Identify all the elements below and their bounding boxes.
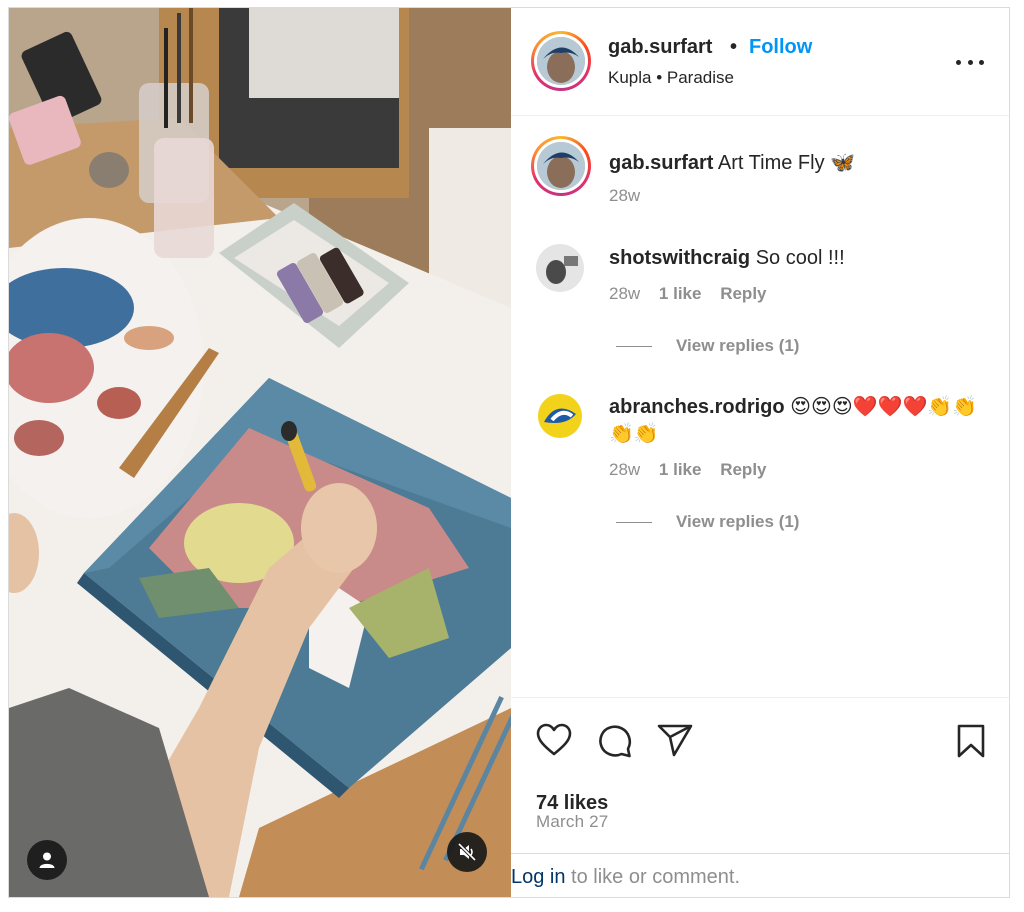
caption-author-avatar[interactable]: [531, 136, 591, 196]
more-options-button[interactable]: [956, 58, 984, 66]
bookmark-icon: [957, 724, 985, 758]
paper-plane-icon: [657, 724, 693, 757]
caption-avatar-image: [537, 142, 585, 190]
painting-scene-image: [9, 8, 511, 897]
like-button[interactable]: [536, 723, 572, 762]
heart-icon: [536, 723, 572, 756]
view-replies-label: View replies (1): [676, 512, 800, 531]
login-prompt-text: Log in to like or comment.: [511, 866, 740, 889]
comment-time[interactable]: 28w: [609, 284, 640, 303]
login-prompt-bar: Log in to like or comment.: [511, 853, 1009, 897]
comment-body: So cool !!!: [750, 247, 845, 269]
user-icon: [39, 852, 55, 868]
user-tags-button[interactable]: [27, 840, 67, 880]
commenter-avatar-image: [536, 244, 584, 292]
header-separator: •: [730, 36, 738, 58]
comments-list[interactable]: gab.surfart Art Time Fly 🦋 28w shotswith…: [511, 116, 1009, 696]
author-avatar[interactable]: [531, 31, 591, 91]
commenter-avatar[interactable]: [536, 244, 584, 292]
replies-line: [616, 521, 652, 523]
login-link[interactable]: Log in: [511, 866, 566, 888]
post-header: gab.surfart • Follow Kupla • Paradise: [511, 8, 1009, 116]
reply-button[interactable]: Reply: [720, 284, 766, 303]
comment-meta: 28w 1 like Reply: [609, 460, 767, 480]
caption-text: gab.surfart Art Time Fly 🦋: [609, 150, 855, 177]
view-replies-label: View replies (1): [676, 336, 800, 355]
reply-button[interactable]: Reply: [720, 460, 766, 479]
comment-likes[interactable]: 1 like: [659, 284, 702, 303]
commenter-avatar[interactable]: [536, 392, 584, 440]
comment-meta: 28w 1 like Reply: [609, 284, 767, 304]
author-avatar-image: [537, 37, 585, 85]
caption-username[interactable]: gab.surfart: [609, 152, 713, 174]
view-replies-button[interactable]: View replies (1): [616, 336, 799, 356]
caption-meta: 28w: [609, 186, 640, 206]
post-date[interactable]: March 27: [536, 812, 608, 832]
post-location[interactable]: Kupla • Paradise: [608, 68, 734, 88]
comment-text: abranches.rodrigo 😍😍😍❤️❤️❤️👏👏👏👏: [609, 394, 994, 448]
save-button[interactable]: [956, 724, 986, 763]
comment-likes[interactable]: 1 like: [659, 460, 702, 479]
login-prompt-rest: to like or comment.: [565, 866, 741, 888]
comment-username[interactable]: abranches.rodrigo: [609, 396, 785, 418]
post-media-video[interactable]: [9, 8, 511, 897]
post-side-panel: gab.surfart • Follow Kupla • Paradise ga…: [511, 8, 1009, 897]
comment-bubble-icon: [599, 725, 632, 758]
mute-button[interactable]: [447, 832, 487, 872]
view-replies-button[interactable]: View replies (1): [616, 512, 799, 532]
author-username[interactable]: gab.surfart: [608, 36, 712, 59]
post-dialog: gab.surfart • Follow Kupla • Paradise ga…: [8, 7, 1010, 898]
share-button[interactable]: [657, 724, 693, 763]
comment-button[interactable]: [597, 723, 633, 764]
comment-time[interactable]: 28w: [609, 460, 640, 479]
comment-text: shotswithcraig So cool !!!: [609, 245, 845, 272]
caption-body: Art Time Fly 🦋: [713, 152, 856, 174]
comment-username[interactable]: shotswithcraig: [609, 247, 750, 269]
follow-button[interactable]: Follow: [749, 36, 812, 59]
caption-time[interactable]: 28w: [609, 186, 640, 205]
commenter-avatar-image: [536, 392, 584, 440]
speaker-muted-icon: [457, 842, 477, 862]
more-dots-icon: [956, 59, 961, 65]
replies-line: [616, 345, 652, 347]
